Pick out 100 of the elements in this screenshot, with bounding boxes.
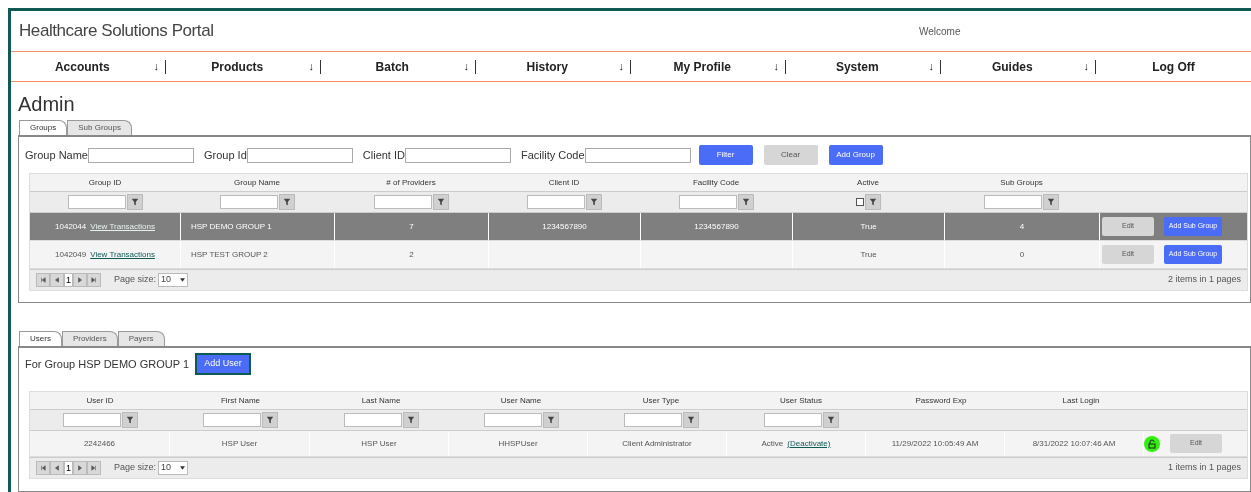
tab[interactable]: Groups: [19, 120, 68, 135]
filter-icon[interactable]: [737, 194, 754, 210]
filter-icon[interactable]: [121, 412, 138, 428]
column-header[interactable]: Client ID: [548, 176, 580, 189]
lock-icon[interactable]: [1144, 435, 1160, 452]
filter-field[interactable]: [67, 195, 126, 209]
nav-menu-item[interactable]: Products: [166, 57, 309, 76]
column-header[interactable]: User ID: [86, 394, 114, 407]
nav-menu-item[interactable]: Guides: [941, 57, 1084, 76]
nav-menu-item[interactable]: Log Off: [1096, 57, 1251, 76]
column-header[interactable]: Password Exp: [915, 394, 967, 407]
tab[interactable]: Sub Groups: [67, 120, 132, 135]
caret-icon: [180, 278, 186, 282]
first-page-icon[interactable]: [36, 461, 50, 475]
link[interactable]: View Transactions: [90, 248, 155, 261]
down-arrow-icon[interactable]: ↓: [618, 58, 624, 75]
button[interactable]: Clear: [763, 145, 818, 165]
filter-icon[interactable]: [278, 194, 295, 210]
filter-icon[interactable]: [585, 194, 602, 210]
page-size-select[interactable]: 10: [158, 273, 189, 287]
field-label: Client ID: [362, 147, 405, 163]
filter-field[interactable]: [483, 413, 542, 427]
table-cell: Client Administrator: [622, 437, 692, 450]
down-arrow-icon[interactable]: ↓: [928, 58, 934, 75]
group-caption: For Group HSP DEMO GROUP 1: [25, 356, 190, 372]
checkbox[interactable]: [855, 198, 864, 206]
table-cell: 4: [1019, 220, 1025, 233]
next-page-icon[interactable]: [73, 461, 87, 475]
filter-field[interactable]: [526, 195, 585, 209]
table-cell: 2242466: [83, 437, 116, 450]
nav-menu-item[interactable]: History: [476, 57, 619, 76]
filter-field[interactable]: [62, 413, 121, 427]
filter-icon[interactable]: [542, 412, 559, 428]
column-header[interactable]: Facility Code: [692, 176, 740, 189]
filter-field[interactable]: [343, 413, 402, 427]
column-header[interactable]: User Status: [780, 394, 822, 407]
table-cell: HSP User: [361, 437, 397, 450]
nav-menu-item[interactable]: My Profile: [631, 57, 774, 76]
tab[interactable]: Providers: [61, 331, 118, 346]
filter-icon[interactable]: [822, 412, 839, 428]
table-cell: HSP User: [221, 437, 258, 450]
down-arrow-icon[interactable]: ↓: [153, 58, 159, 75]
last-page-icon[interactable]: [87, 273, 101, 287]
add-user-button[interactable]: Add User: [195, 353, 252, 375]
tab[interactable]: Users: [19, 331, 62, 346]
column-header[interactable]: User Type: [642, 394, 680, 407]
nav-menu-item[interactable]: Batch: [321, 57, 464, 76]
column-header[interactable]: First Name: [220, 394, 261, 407]
tab[interactable]: Payers: [117, 331, 165, 346]
table-cell: 2: [409, 248, 414, 261]
filter-field[interactable]: [763, 413, 822, 427]
button[interactable]: Add Group: [828, 145, 883, 165]
table-cell: True: [860, 248, 877, 261]
filter-icon[interactable]: [262, 412, 278, 428]
link[interactable]: (Deactivate): [787, 437, 831, 450]
button[interactable]: Filter: [698, 145, 753, 165]
down-arrow-icon[interactable]: ↓: [463, 58, 469, 75]
filter-field[interactable]: [678, 195, 737, 209]
page-heading: Admin: [17, 92, 76, 116]
filter-field[interactable]: [623, 413, 682, 427]
down-arrow-icon[interactable]: ↓: [773, 58, 779, 75]
input-field[interactable]: [246, 147, 353, 163]
portal-title: Healthcare Solutions Portal: [19, 20, 215, 43]
next-page-icon[interactable]: [73, 273, 87, 287]
nav-menu-item[interactable]: System: [786, 57, 929, 76]
column-header[interactable]: Active: [857, 176, 879, 189]
first-page-icon[interactable]: [36, 273, 50, 287]
nav-menu-item[interactable]: Accounts: [11, 57, 154, 76]
column-header[interactable]: Last Name: [361, 394, 401, 407]
filter-icon[interactable]: [402, 412, 419, 428]
filter-field[interactable]: [219, 195, 278, 209]
table-cell: 11/29/2022 10:05:49 AM: [891, 437, 979, 450]
filter-field[interactable]: [203, 413, 261, 427]
filter-icon[interactable]: [126, 194, 143, 210]
column-header[interactable]: Sub Groups: [1000, 176, 1043, 189]
input-field[interactable]: [584, 147, 691, 163]
page-size-select[interactable]: 10: [158, 461, 189, 475]
previous-page-icon[interactable]: [50, 461, 64, 475]
down-arrow-icon[interactable]: ↓: [1083, 58, 1089, 75]
field-label: Group Name: [25, 147, 88, 163]
column-header[interactable]: # of Providers: [386, 176, 436, 189]
filter-icon[interactable]: [432, 194, 449, 210]
filter-icon[interactable]: [1043, 194, 1059, 210]
input-field[interactable]: [88, 147, 194, 163]
filter-icon[interactable]: [864, 194, 881, 210]
column-header[interactable]: Last Login: [1062, 394, 1100, 407]
previous-page-icon[interactable]: [50, 273, 64, 287]
filter-field[interactable]: [984, 195, 1042, 209]
table-cell: 8/31/2022 10:07:46 AM: [1032, 437, 1116, 450]
down-arrow-icon[interactable]: ↓: [308, 58, 314, 75]
page-size-label: Page size:: [114, 461, 157, 475]
last-page-icon[interactable]: [87, 461, 101, 475]
input-field[interactable]: [405, 147, 511, 163]
filter-icon[interactable]: [682, 412, 699, 428]
link[interactable]: View Transactions: [90, 220, 155, 233]
column-header[interactable]: Group Name: [234, 176, 280, 189]
column-header[interactable]: Group ID: [88, 176, 122, 189]
column-header[interactable]: User Name: [500, 394, 542, 407]
filter-field[interactable]: [373, 195, 432, 209]
table-cell: Active: [761, 437, 784, 450]
